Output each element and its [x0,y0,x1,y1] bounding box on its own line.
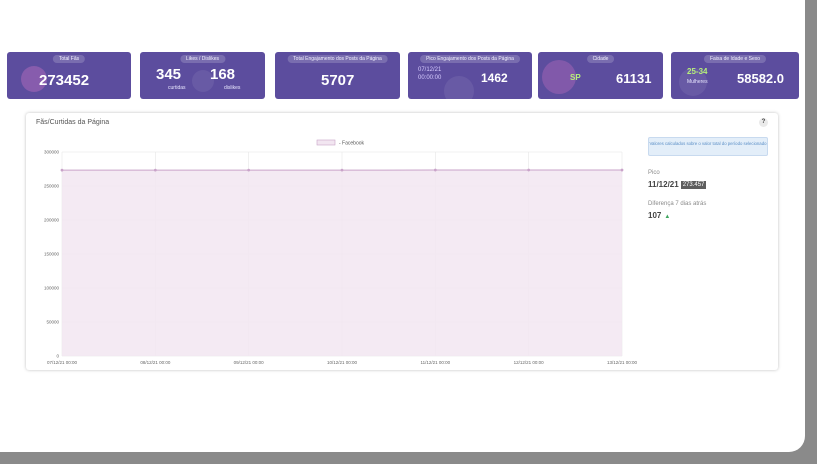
likes-caption: curtidas [168,85,186,91]
help-icon[interactable]: ? [759,118,768,127]
kpi-value: 273452 [39,72,90,89]
kpi-city[interactable]: Cidade SP 61131 [538,52,663,99]
x-tick-label: 11/12/21 00:00 [420,360,450,365]
data-point [433,168,437,172]
arrow-up-icon: ▲ [664,214,671,220]
diff-label: Diferença 7 dias atrás [648,201,707,207]
data-point [60,168,64,172]
kpi-value: 1462 [481,71,508,85]
kpi-label: Faixa de Idade e Sexo [703,55,767,63]
kpi-label: Likes / Dislikes [179,55,226,63]
x-tick-label: 12/12/21 00:00 [514,360,545,365]
kpi-value: 5707 [321,72,355,89]
data-point [620,168,624,172]
series-area [62,170,622,356]
chart-decoration-icon [444,76,474,99]
x-tick-label: 08/12/21 00:00 [140,360,171,365]
data-point [527,168,531,172]
x-tick-label: 07/12/21 00:00 [47,360,78,365]
kpi-likes-dislikes[interactable]: Likes / Dislikes 345 curtidas 168 dislik… [140,52,265,99]
kpi-label: Total Engajamento dos Posts da Página [287,55,388,63]
peak-time: 00:00:00 [418,75,442,81]
kpi-value: 61131 [616,71,652,86]
y-tick-label: 250000 [44,184,60,189]
legend-label: - Facebook [339,141,365,147]
kpi-label: Cidade [586,55,615,63]
peak-label: Pico [648,170,660,176]
kpi-value: 58582.0 [737,71,784,86]
peak-date: 07/12/21 [418,67,442,73]
sex-label: Mulheres [687,79,708,85]
kpi-peak-engagement[interactable]: Pico Engajamento dos Posts da Página 07/… [408,52,532,99]
y-tick-label: 200000 [44,218,60,223]
diff-row: 107 ▲ [648,211,770,220]
kpi-row: Total Fãs 273452 Likes / Dislikes 345 cu… [7,52,799,99]
summary-panel: Valores calculados sobre o valor total d… [648,137,770,220]
x-tick-label: 09/12/21 00:00 [234,360,265,365]
dislikes-caption: dislikes [224,85,241,91]
data-point [247,168,251,172]
peak-value-badge: 273.457 [680,181,707,189]
legend-swatch [316,139,336,146]
y-tick-label: 300000 [44,150,60,155]
y-tick-label: 50000 [46,320,59,325]
kpi-label: Total Fãs [52,55,86,63]
fans-chart-card: Fãs/Curtidas da Página ? 300000 250000 200… [26,113,778,370]
kpi-age-sex[interactable]: Faixa de Idade e Sexo 25-34 Mulheres 585… [671,52,799,99]
dashboard-screen: Total Fãs 273452 Likes / Dislikes 345 cu… [0,0,805,452]
diff-value: 107 [648,211,662,220]
y-tick-label: 150000 [44,252,60,257]
kpi-total-engagement[interactable]: Total Engajamento dos Posts da Página 57… [275,52,400,99]
age-range: 25-34 [687,67,708,76]
city-code: SP [570,73,581,82]
fans-area-chart: 300000 250000 200000 150000 100000 50000 007/1… [44,139,638,365]
device-frame: Total Fãs 273452 Likes / Dislikes 345 cu… [0,0,817,464]
x-tick-label: 13/12/21 00:00 [607,360,638,365]
data-point [340,168,344,172]
y-tick-label: 100000 [44,286,60,291]
likes-value: 345 [156,66,182,83]
kpi-label: Pico Engajamento dos Posts da Página [420,55,520,63]
dislikes-value: 168 [210,66,236,83]
info-note: Valores calculados sobre o valor total d… [648,137,768,156]
kpi-total-fans[interactable]: Total Fãs 273452 [7,52,131,99]
peak-date: 11/12/21 [648,180,679,189]
peak-row: 11/12/21 273.457 [648,180,770,189]
x-tick-label: 10/12/21 00:00 [327,360,358,365]
data-point [153,168,157,172]
y-tick-label: 0 [56,354,59,359]
